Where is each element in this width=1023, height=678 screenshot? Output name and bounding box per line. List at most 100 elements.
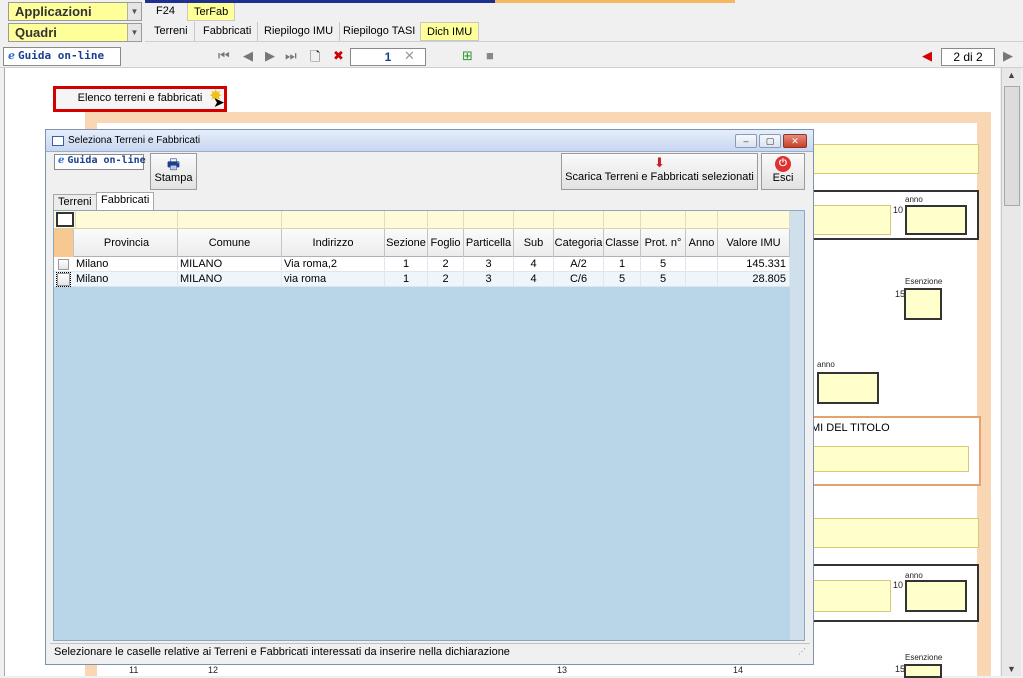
col-prot[interactable]: Prot. n°	[641, 229, 686, 257]
col-anno[interactable]: Anno	[686, 229, 718, 257]
form-field[interactable]	[805, 518, 979, 548]
filter-cell[interactable]	[428, 211, 464, 229]
esenzione-field[interactable]	[904, 288, 942, 320]
esci-button[interactable]: ⏻ Esci	[761, 153, 805, 190]
clear-page-icon[interactable]: ✕	[404, 48, 415, 64]
new-page-icon[interactable]: 🗋	[310, 48, 320, 70]
col-classe[interactable]: Classe	[604, 229, 641, 257]
tab-f24[interactable]: F24	[150, 2, 181, 21]
tab-fabbricati-modal[interactable]: Fabbricati	[96, 192, 155, 210]
col-sub[interactable]: Sub	[514, 229, 554, 257]
add-grid-icon[interactable]: ⊞	[462, 48, 473, 64]
form-field[interactable]	[805, 144, 979, 174]
close-icon[interactable]: ✕	[783, 134, 807, 148]
modal-guida-online-button[interactable]: ℯ Guida on-line	[54, 154, 146, 170]
col-indirizzo[interactable]: Indirizzo	[282, 229, 385, 257]
row-checkbox[interactable]	[58, 259, 69, 270]
navigation-bar	[0, 44, 1023, 68]
anno-field[interactable]	[905, 205, 967, 235]
elenco-terreni-fabbricati-button[interactable]: Elenco terreni e fabbricati	[53, 86, 227, 112]
page-scrollbar[interactable]: ▲ ▼	[1001, 68, 1021, 676]
anno-field[interactable]	[817, 372, 879, 404]
esenzione-label: Esenzione	[905, 653, 943, 662]
table-row[interactable]: Milano MILANO Via roma,2 1 2 3 4 A/2 1 5…	[54, 257, 790, 272]
stampa-button[interactable]: 🖶 Stampa	[150, 153, 197, 190]
scarica-label: Scarica Terreni e Fabbricati selezionati	[565, 171, 754, 183]
tab-riepilogo-imu[interactable]: Riepilogo IMU	[258, 22, 341, 41]
col-sezione[interactable]: Sezione	[385, 229, 428, 257]
field-number: 14	[733, 665, 744, 675]
scarica-button[interactable]: ⬇ Scarica Terreni e Fabbricati seleziona…	[561, 153, 758, 190]
cell-foglio: 2	[428, 272, 464, 287]
next-section-icon[interactable]: ▶	[1003, 48, 1013, 64]
cell-classe: 5	[604, 272, 641, 287]
chevron-down-icon[interactable]: ▼	[127, 24, 141, 41]
titolo-field[interactable]	[811, 446, 969, 472]
filter-cell[interactable]	[282, 211, 385, 229]
stop-icon[interactable]: ■	[486, 48, 494, 63]
cell-anno	[686, 272, 718, 287]
quadri-combo[interactable]: Quadri ▼	[8, 23, 142, 42]
first-page-icon[interactable]: ⏮	[218, 48, 230, 64]
scroll-down-icon[interactable]: ▼	[1007, 664, 1016, 674]
cell-sezione: 1	[385, 272, 428, 287]
guida-online-button[interactable]: ℯ Guida on-line	[3, 47, 121, 66]
col-valore-imu[interactable]: Valore IMU	[718, 229, 790, 257]
filter-cell[interactable]	[385, 211, 428, 229]
filter-cell[interactable]	[464, 211, 514, 229]
cell-particella: 3	[464, 257, 514, 272]
scrollbar-thumb[interactable]	[1004, 86, 1020, 206]
filter-cell[interactable]	[686, 211, 718, 229]
next-page-icon[interactable]: ▶	[265, 48, 275, 64]
select-all-checkbox[interactable]	[56, 212, 74, 227]
applicazioni-combo[interactable]: Applicazioni ▼	[8, 2, 142, 21]
table-row[interactable]: Milano MILANO via roma 1 2 3 4 C/6 5 5 2…	[54, 272, 790, 287]
anno-label: anno	[817, 360, 835, 369]
filter-cell[interactable]	[178, 211, 282, 229]
header-selector[interactable]	[54, 229, 74, 257]
scroll-up-icon[interactable]: ▲	[1007, 70, 1016, 80]
resize-grip-icon[interactable]: ⋰	[798, 647, 806, 656]
delete-page-icon[interactable]: ✖	[333, 48, 344, 64]
field-number: 10	[893, 205, 904, 215]
col-categoria[interactable]: Categoria	[554, 229, 604, 257]
row-checkbox[interactable]	[56, 272, 71, 287]
anno-label: anno	[905, 571, 923, 580]
tab-dich-imu[interactable]: Dich IMU	[420, 22, 480, 41]
esci-label: Esci	[772, 172, 794, 184]
stampa-label: Stampa	[154, 172, 193, 184]
seleziona-dialog: Seleziona Terreni e Fabbricati – ▢ ✕ ℯ Gu…	[45, 129, 814, 665]
tab-terfab[interactable]: TerFab	[187, 2, 236, 21]
filter-cell[interactable]	[604, 211, 641, 229]
window-icon	[52, 136, 64, 146]
col-foglio[interactable]: Foglio	[428, 229, 464, 257]
form-field[interactable]	[811, 205, 891, 235]
last-page-icon[interactable]: ⏭	[285, 48, 297, 64]
filter-cell[interactable]	[76, 211, 178, 229]
tab-terreni-modal[interactable]: Terreni	[53, 194, 97, 210]
dialog-titlebar[interactable]: Seleziona Terreni e Fabbricati – ▢ ✕	[46, 130, 813, 152]
tab-terreni[interactable]: Terreni	[148, 22, 195, 41]
field-number: 13	[557, 665, 568, 675]
filter-cell[interactable]	[514, 211, 554, 229]
col-provincia[interactable]: Provincia	[76, 229, 178, 257]
prev-section-icon[interactable]: ◀	[922, 48, 932, 64]
filter-cell[interactable]	[718, 211, 790, 229]
chevron-down-icon[interactable]: ▼	[127, 3, 141, 20]
tab-riepilogo-tasi[interactable]: Riepilogo TASI	[337, 22, 423, 41]
maximize-icon[interactable]: ▢	[759, 134, 781, 148]
status-bar: Selezionare le caselle relative ai Terre…	[50, 643, 810, 661]
anno-field[interactable]	[905, 580, 967, 612]
form-field[interactable]	[811, 580, 891, 612]
anno-label: anno	[905, 195, 923, 204]
tab-fabbricati[interactable]: Fabbricati	[197, 22, 259, 41]
filter-cell[interactable]	[554, 211, 604, 229]
modal-guida-label: Guida on-line	[67, 155, 146, 166]
cell-sub: 4	[514, 257, 554, 272]
col-particella[interactable]: Particella	[464, 229, 514, 257]
previous-page-icon[interactable]: ◀	[243, 48, 253, 64]
col-comune[interactable]: Comune	[178, 229, 282, 257]
grid-scrollbar[interactable]	[790, 211, 804, 640]
minimize-icon[interactable]: –	[735, 134, 757, 148]
filter-cell[interactable]	[641, 211, 686, 229]
